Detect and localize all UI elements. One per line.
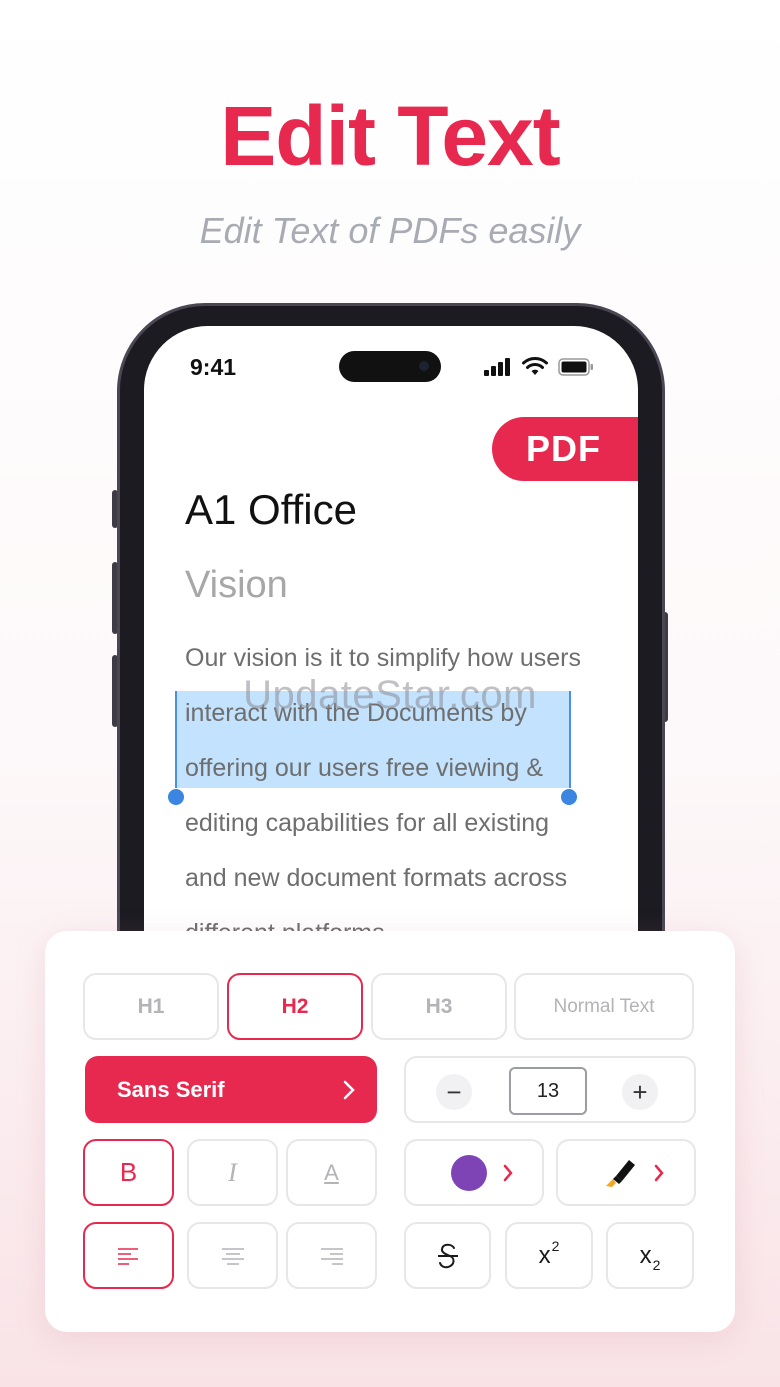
strikethrough-icon — [437, 1243, 458, 1268]
watermark: UpdateStar.com — [243, 673, 537, 717]
hero-title: Edit Text — [220, 89, 560, 183]
align-left-icon — [117, 1247, 138, 1265]
document-line: and new document formats across — [185, 864, 568, 892]
align-left-button[interactable] — [83, 1222, 174, 1289]
phone-screen: 9:41 PDF A1 Office Vision Our vision is … — [144, 326, 638, 966]
font-family-button[interactable]: Sans Serif — [85, 1056, 377, 1123]
document-line: offering our users free viewing & — [185, 754, 544, 782]
wifi-icon — [522, 357, 548, 375]
underline-button[interactable]: A — [286, 1139, 377, 1206]
increase-size-button[interactable]: + — [622, 1074, 658, 1110]
underline-label: A — [324, 1159, 339, 1185]
document-heading: Vision — [185, 564, 288, 606]
document-line: editing capabilities for all existing — [185, 809, 550, 837]
align-right-button[interactable] — [286, 1222, 377, 1289]
align-center-button[interactable] — [187, 1222, 278, 1289]
bold-button[interactable]: B — [83, 1139, 174, 1206]
document-title: A1 Office — [185, 486, 357, 533]
selection-start-handle[interactable] — [168, 789, 184, 805]
bold-label: B — [119, 1157, 138, 1187]
status-time: 9:41 — [190, 354, 237, 380]
pdf-badge: PDF — [492, 417, 638, 481]
text-color-swatch — [451, 1154, 487, 1191]
style-h1-button[interactable]: H1 — [83, 973, 219, 1040]
text-color-button[interactable] — [404, 1139, 544, 1206]
style-normal-button[interactable]: Normal Text — [514, 973, 694, 1040]
font-size-control: − 13 + — [404, 1056, 696, 1123]
hero-subtitle: Edit Text of PDFs easily — [199, 210, 581, 251]
chevron-right-icon — [503, 1164, 513, 1181]
subscript-button[interactable]: x 2 — [606, 1222, 694, 1289]
superscript-exp: 2 — [551, 1237, 560, 1254]
align-right-icon — [320, 1247, 343, 1265]
font-size-input[interactable]: 13 — [509, 1067, 587, 1115]
superscript-base: x — [538, 1241, 551, 1269]
chevron-right-icon — [654, 1164, 664, 1181]
chevron-right-icon — [343, 1080, 355, 1099]
strikethrough-button[interactable] — [404, 1222, 491, 1289]
decrease-size-button[interactable]: − — [436, 1074, 472, 1110]
highlighter-icon — [606, 1159, 635, 1187]
highlight-button[interactable] — [556, 1139, 696, 1206]
italic-button[interactable]: I — [187, 1139, 278, 1206]
italic-label: I — [228, 1157, 237, 1187]
status-icons — [484, 357, 594, 376]
superscript-button[interactable]: x 2 — [505, 1222, 593, 1289]
subscript-base: x — [639, 1241, 652, 1269]
format-toolbar: H1 H2 H3 Normal Text Sans Serif − 13 + B… — [45, 931, 735, 1332]
align-center-icon — [221, 1247, 244, 1265]
battery-icon — [558, 357, 593, 376]
style-h3-button[interactable]: H3 — [371, 973, 507, 1040]
dynamic-island — [339, 351, 441, 382]
signal-icon — [484, 357, 510, 376]
style-h2-button[interactable]: H2 — [227, 973, 363, 1040]
font-family-label: Sans Serif — [117, 1076, 225, 1102]
subscript-sub: 2 — [652, 1256, 661, 1273]
